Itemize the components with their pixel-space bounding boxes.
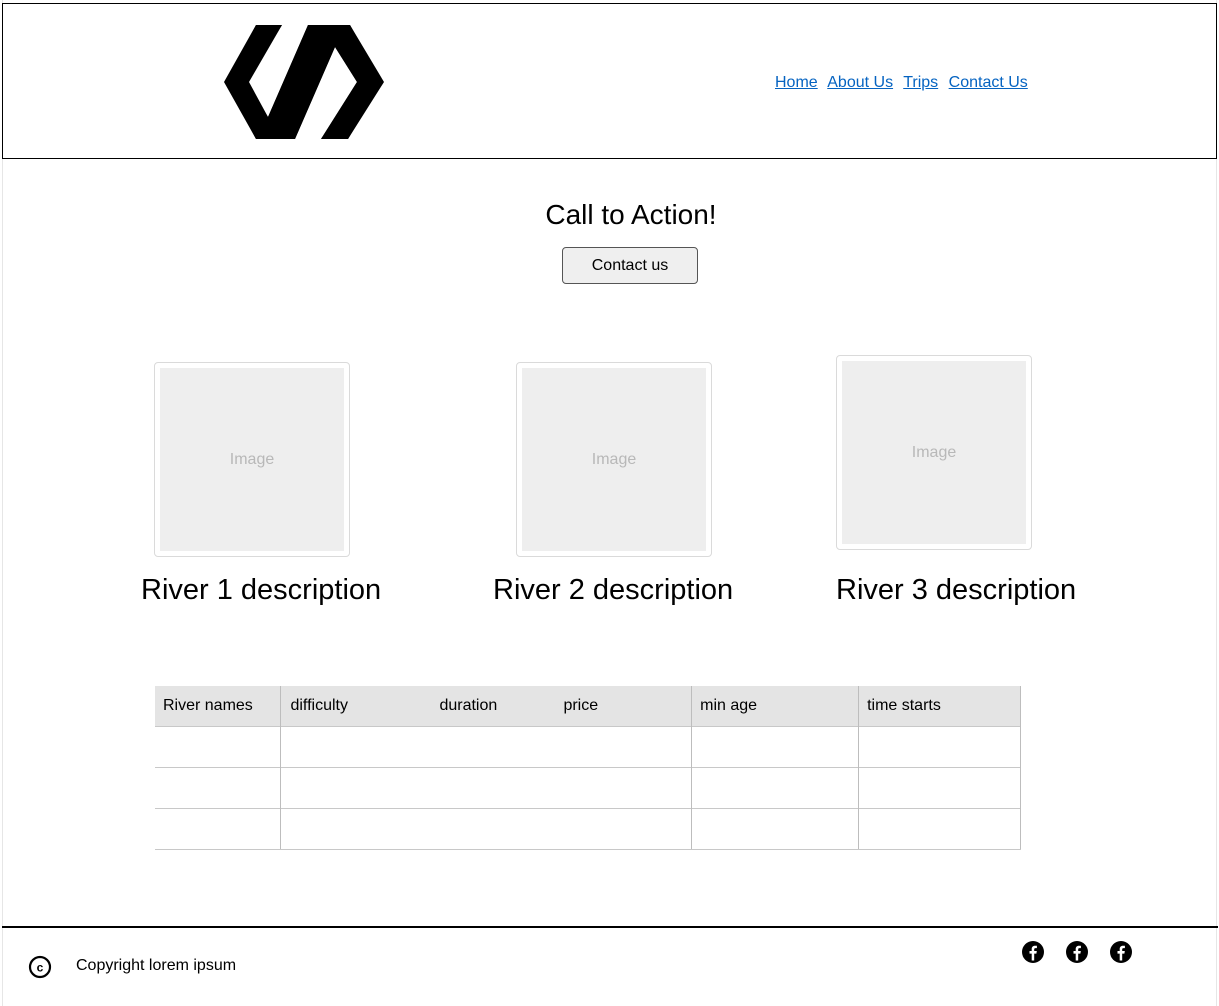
- table-cell: [155, 766, 282, 808]
- facebook-icon[interactable]: [1021, 940, 1045, 964]
- header-river-names: River names: [155, 686, 282, 726]
- nav-home-link[interactable]: Home: [775, 74, 818, 91]
- table-cell: [858, 725, 1021, 767]
- header-difficulty-duration-price: difficulty duration price: [280, 686, 693, 726]
- table-header-row: River names difficulty duration price mi…: [155, 686, 1021, 726]
- river-3-image: Image: [836, 355, 1032, 550]
- image-placeholder-label: Image: [522, 368, 706, 551]
- table-cell: [280, 807, 693, 850]
- river-2-image: Image: [516, 362, 712, 557]
- logo-icon: [224, 25, 384, 139]
- table-row: [155, 766, 1021, 808]
- river-1-image: Image: [154, 362, 350, 557]
- table-cell: [155, 807, 282, 850]
- facebook-icon[interactable]: [1065, 940, 1089, 964]
- table-cell: [691, 807, 860, 850]
- image-placeholder-label: Image: [160, 368, 344, 551]
- table-cell: [858, 807, 1021, 850]
- nav-trips-link[interactable]: Trips: [903, 74, 938, 91]
- river-3-description: River 3 description: [836, 574, 1077, 606]
- header-duration: duration: [439, 697, 498, 714]
- header-price: price: [563, 697, 599, 714]
- table-cell: [691, 725, 860, 767]
- header: Home About Us Trips Contact Us: [2, 3, 1217, 159]
- table-cell: [280, 766, 693, 808]
- table-cell: [280, 725, 693, 767]
- table-cell: [858, 766, 1021, 808]
- nav-about-link[interactable]: About Us: [827, 74, 893, 91]
- river-2-description: River 2 description: [493, 574, 734, 606]
- rivers-table: River names difficulty duration price mi…: [155, 686, 1021, 850]
- nav-contact-link[interactable]: Contact Us: [949, 74, 1028, 91]
- footer-divider: [2, 926, 1218, 928]
- header-min-age: min age: [691, 686, 860, 726]
- table-row: [155, 807, 1021, 850]
- cta-title: Call to Action!: [545, 199, 717, 230]
- copyright-text: Copyright lorem ipsum: [76, 957, 237, 974]
- contact-us-button[interactable]: Contact us: [562, 247, 698, 284]
- table-row: [155, 725, 1021, 767]
- svg-text:c: c: [37, 961, 44, 975]
- river-1-description: River 1 description: [141, 574, 382, 606]
- table-cell: [155, 725, 282, 767]
- table-cell: [691, 766, 860, 808]
- facebook-icon[interactable]: [1109, 940, 1133, 964]
- header-time-starts: time starts: [858, 686, 1021, 726]
- image-placeholder-label: Image: [842, 361, 1026, 544]
- header-difficulty: difficulty: [290, 697, 348, 714]
- main-nav: Home About Us Trips Contact Us: [775, 74, 1034, 92]
- copyright-icon: c: [28, 955, 52, 979]
